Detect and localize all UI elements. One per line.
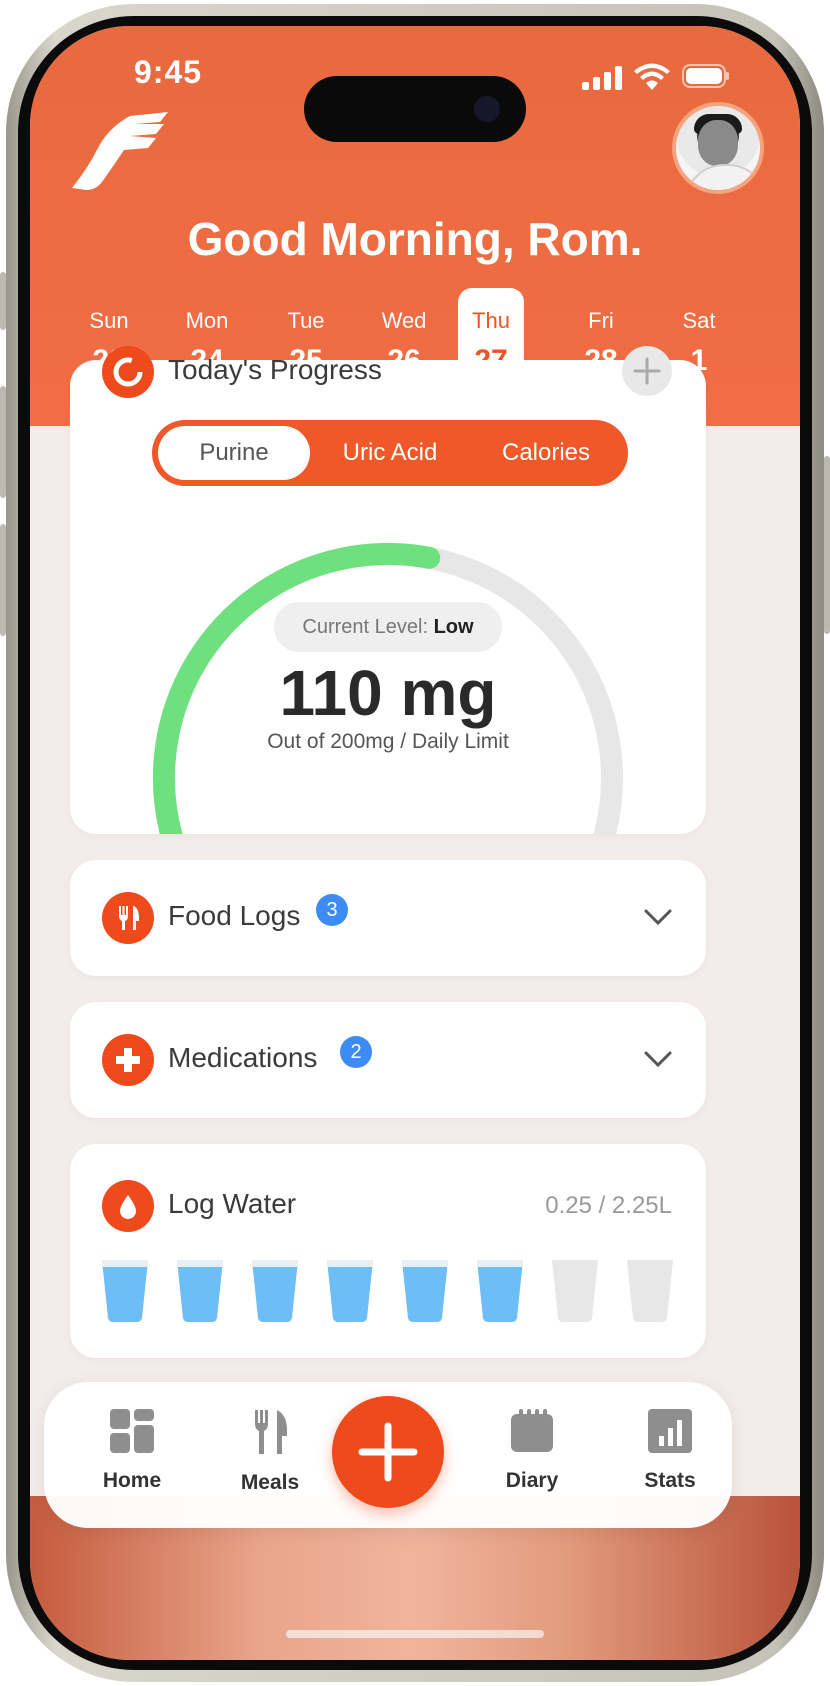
volume-up-button — [0, 386, 6, 498]
log-water-title: Log Water — [168, 1188, 297, 1219]
battery-icon — [682, 64, 729, 88]
chevron-down-icon[interactable] — [644, 1050, 672, 1068]
water-cup-icon[interactable] — [477, 1260, 523, 1322]
current-level-pill: Current Level: Low — [274, 602, 502, 652]
medical-cross-icon — [102, 1034, 154, 1086]
power-button — [824, 456, 830, 634]
status-bar: 9:45 — [30, 54, 800, 142]
nav-stats-label: Stats — [644, 1469, 696, 1492]
medications-title: Medications — [168, 1042, 318, 1073]
action-button — [0, 272, 6, 330]
nav-diary[interactable]: Diary — [482, 1408, 582, 1493]
water-cup-icon[interactable] — [402, 1260, 448, 1322]
signal-icon — [582, 66, 622, 90]
wifi-icon — [634, 63, 670, 90]
water-cup-icon[interactable] — [552, 1260, 598, 1322]
plus-icon — [358, 1422, 418, 1482]
water-cup-icon[interactable] — [102, 1260, 148, 1322]
home-indicator — [286, 1630, 544, 1638]
progress-card: Today's Progress Purine Uric Acid Calori… — [70, 346, 706, 834]
nav-diary-label: Diary — [505, 1469, 559, 1492]
diary-icon — [511, 1409, 553, 1452]
current-level-value: Low — [433, 616, 474, 638]
water-cup-icon[interactable] — [252, 1260, 298, 1322]
nav-stats[interactable]: Stats — [620, 1408, 720, 1493]
fork-knife-icon — [255, 1410, 287, 1454]
app-screen: 9:45 Good Morning, Rom. Sun Mon Tue Wed … — [30, 26, 800, 1660]
nav-home-label: Home — [102, 1469, 162, 1492]
water-amount: 0.25 / 2.25L — [545, 1192, 672, 1219]
food-logs-count-badge: 3 — [316, 894, 348, 926]
dynamic-island — [304, 76, 526, 142]
food-logs-card[interactable]: Food Logs 3 — [70, 860, 706, 976]
purine-limit: Out of 200mg / Daily Limit — [267, 730, 509, 753]
stats-icon — [648, 1409, 692, 1453]
fork-knife-icon — [102, 892, 154, 944]
camera-icon — [474, 96, 500, 122]
app-logo-icon — [72, 112, 168, 190]
food-logs-title: Food Logs — [168, 900, 301, 931]
log-water-card: Log Water 0.25 / 2.25L — [70, 1144, 706, 1358]
status-time: 9:45 — [134, 54, 203, 90]
nav-meals[interactable]: Meals — [220, 1408, 320, 1495]
water-cup-icon[interactable] — [327, 1260, 373, 1322]
avatar[interactable] — [672, 102, 764, 194]
medications-count-badge: 2 — [340, 1036, 372, 1068]
water-cup-icon[interactable] — [627, 1260, 673, 1322]
greeting-title: Good Morning, Rom. — [187, 213, 643, 265]
nav-meals-label: Meals — [240, 1471, 300, 1494]
volume-down-button — [0, 524, 6, 636]
water-cup-icon[interactable] — [177, 1260, 223, 1322]
medications-card[interactable]: Medications 2 — [70, 1002, 706, 1118]
home-grid-icon — [110, 1409, 154, 1453]
chevron-down-icon[interactable] — [644, 908, 672, 926]
nav-home[interactable]: Home — [82, 1408, 182, 1493]
add-entry-button[interactable] — [332, 1396, 444, 1508]
purine-amount: 110 mg — [279, 657, 497, 729]
purine-gauge — [152, 543, 623, 834]
water-drop-icon — [102, 1180, 154, 1232]
